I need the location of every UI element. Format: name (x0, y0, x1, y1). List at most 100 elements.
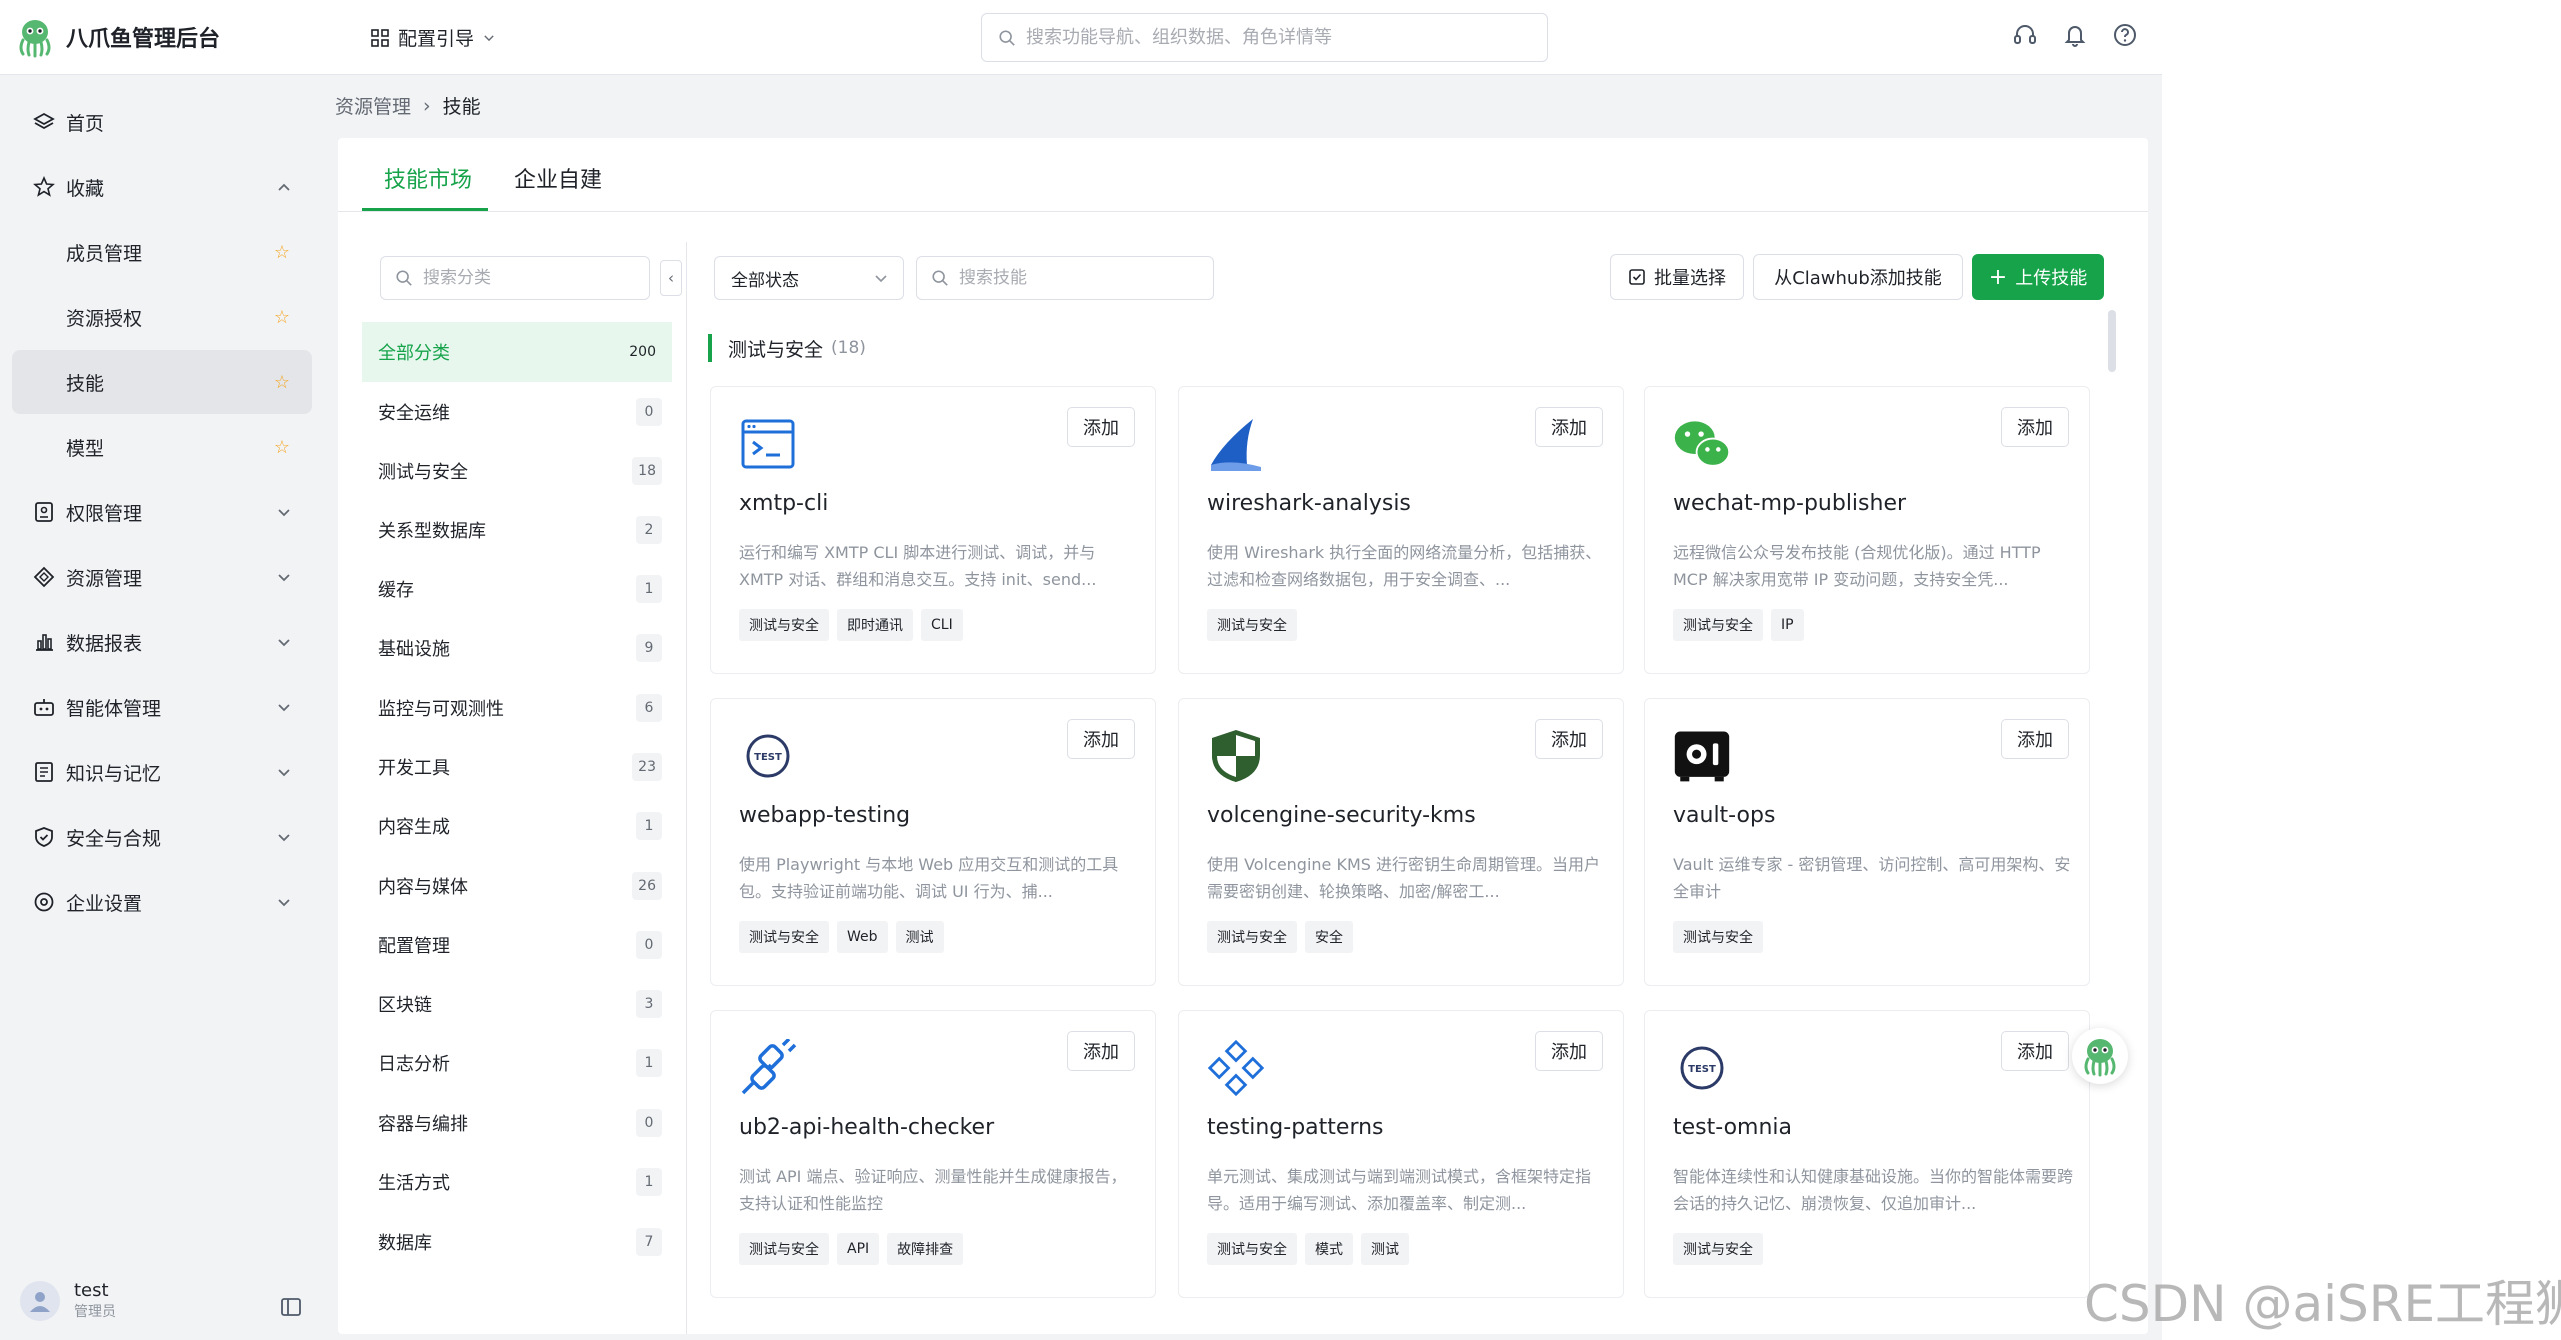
category-item[interactable]: 监控与可观测性 6 (362, 678, 672, 738)
category-item[interactable]: 安全运维 0 (362, 382, 672, 442)
scrollbar[interactable] (2108, 310, 2116, 372)
skill-search-input[interactable] (959, 268, 1189, 288)
category-item[interactable]: 容器与编排 0 (362, 1093, 672, 1153)
chevron-down-icon (873, 270, 889, 286)
category-item[interactable]: 缓存 1 (362, 559, 672, 619)
category-item[interactable]: 内容与媒体 26 (362, 856, 672, 916)
breadcrumb-parent[interactable]: 资源管理 (335, 92, 411, 119)
star-icon[interactable]: ☆ (274, 372, 290, 393)
category-label: 区块链 (378, 995, 432, 1016)
chevron-down-icon (274, 827, 294, 847)
sidebar-item-resources[interactable]: 资源管理 (12, 545, 312, 609)
add-button[interactable]: 添加 (1535, 407, 1603, 447)
skill-description: 智能体连续性和认知健康基础设施。当你的智能体需要跨会话的持久记忆、崩溃恢复、仅追… (1673, 1167, 2073, 1213)
category-count: 2 (636, 516, 662, 544)
category-item[interactable]: 生活方式 1 (362, 1152, 672, 1212)
category-item[interactable]: 关系型数据库 2 (362, 500, 672, 560)
sidebar-item-agents[interactable]: 智能体管理 (12, 675, 312, 739)
category-item[interactable]: 测试与安全 18 (362, 441, 672, 501)
config-guide-button[interactable]: 配置引导 (370, 24, 496, 51)
sidebar-item-favorites[interactable]: 收藏 (12, 155, 312, 219)
assistant-float-button[interactable] (2072, 1028, 2128, 1084)
category-count: 7 (636, 1228, 662, 1256)
global-search[interactable] (981, 13, 1548, 62)
sidebar-item-knowledge[interactable]: 知识与记忆 (12, 740, 312, 804)
chevron-down-icon (274, 762, 294, 782)
skill-description: 使用 Playwright 与本地 Web 应用交互和测试的工具包。支持验证前端… (739, 855, 1119, 901)
star-icon[interactable]: ☆ (274, 242, 290, 263)
category-item[interactable]: 数据库 7 (362, 1212, 672, 1272)
category-item[interactable]: 配置管理 0 (362, 915, 672, 975)
skill-description: 运行和编写 XMTP CLI 脚本进行测试、调试，并与 XMTP 对话、群组和消… (739, 543, 1097, 589)
add-from-clawhub-button[interactable]: 从Clawhub添加技能 (1753, 254, 1963, 300)
sidebar-item-home[interactable]: 首页 (12, 90, 312, 154)
sidebar-item-models[interactable]: 模型 ☆ (12, 415, 312, 479)
category-label: 内容与媒体 (378, 877, 468, 898)
skill-name: wechat-mp-publisher (1673, 491, 1907, 516)
skill-card[interactable]: TEST 添加 webapp-testing 使用 Playwright 与本地… (710, 698, 1156, 986)
category-count: 6 (636, 694, 662, 722)
user-profile[interactable]: test 管理员 (20, 1280, 116, 1321)
category-item[interactable]: 内容生成 1 (362, 796, 672, 856)
category-item[interactable]: 区块链 3 (362, 974, 672, 1034)
skill-tag: 测试与安全 (1207, 1233, 1297, 1265)
add-button[interactable]: 添加 (2001, 1031, 2069, 1071)
add-button[interactable]: 添加 (2001, 719, 2069, 759)
category-search[interactable] (380, 256, 650, 300)
category-label: 容器与编排 (378, 1114, 468, 1135)
bell-icon[interactable] (2062, 22, 2088, 48)
add-button[interactable]: 添加 (1535, 719, 1603, 759)
skill-card[interactable]: TEST 添加 test-omnia 智能体连续性和认知健康基础设施。当你的智能… (1644, 1010, 2090, 1298)
sidebar-item-reports[interactable]: 数据报表 (12, 610, 312, 674)
upload-skill-button[interactable]: + 上传技能 (1972, 254, 2104, 300)
sidebar-item-members[interactable]: 成员管理 ☆ (12, 220, 312, 284)
add-button[interactable]: 添加 (1067, 407, 1135, 447)
category-item[interactable]: 日志分析 1 (362, 1033, 672, 1093)
user-role: 管理员 (74, 1304, 116, 1320)
sidebar-item-skills[interactable]: 技能 ☆ (12, 350, 312, 414)
add-button[interactable]: 添加 (1067, 1031, 1135, 1071)
divider (686, 242, 687, 1334)
skill-card[interactable]: 添加 xmtp-cli 运行和编写 XMTP CLI 脚本进行测试、调试，并与 … (710, 386, 1156, 674)
add-button[interactable]: 添加 (1067, 719, 1135, 759)
skill-card[interactable]: 添加 ub2-api-health-checker 测试 API 端点、验证响应… (710, 1010, 1156, 1298)
user-name: test (74, 1280, 109, 1301)
app-frame: 八爪鱼管理后台 配置引导 首页 收藏 成员管理 ☆ (0, 0, 2162, 1340)
category-label: 日志分析 (378, 1054, 450, 1075)
skill-card[interactable]: 添加 wechat-mp-publisher 远程微信公众号发布技能 (合规优化… (1644, 386, 2090, 674)
star-icon[interactable]: ☆ (274, 437, 290, 458)
sidebar-item-enterprise-settings[interactable]: 企业设置 (12, 870, 312, 934)
help-icon[interactable] (2112, 22, 2138, 48)
tab-enterprise-built[interactable]: 企业自建 (514, 162, 602, 194)
sidebar-collapse-icon[interactable] (280, 1296, 302, 1318)
category-search-input[interactable] (423, 268, 633, 288)
sidebar-item-resource-auth[interactable]: 资源授权 ☆ (12, 285, 312, 349)
add-button[interactable]: 添加 (2001, 407, 2069, 447)
brand[interactable]: 八爪鱼管理后台 (14, 16, 220, 58)
layers-icon (32, 110, 56, 134)
skill-name: test-omnia (1673, 1115, 1793, 1140)
bar-chart-icon (32, 630, 56, 654)
skill-tag: 安全 (1305, 921, 1353, 953)
breadcrumb-separator-icon: › (423, 94, 431, 117)
status-select[interactable]: 全部状态 (714, 256, 904, 300)
skill-card[interactable]: 添加 testing-patterns 单元测试、集成测试与端到端测试模式，含框… (1178, 1010, 1624, 1298)
sidebar-item-security[interactable]: 安全与合规 (12, 805, 312, 869)
category-item[interactable]: 基础设施 9 (362, 618, 672, 678)
skill-search[interactable] (916, 256, 1214, 300)
category-item[interactable]: 全部分类 200 (362, 322, 672, 382)
skill-card[interactable]: 添加 wireshark-analysis 使用 Wireshark 执行全面的… (1178, 386, 1624, 674)
star-icon[interactable]: ☆ (274, 307, 290, 328)
sidebar-item-permissions[interactable]: 权限管理 (12, 480, 312, 544)
skill-card[interactable]: 添加 volcengine-security-kms 使用 Volcengine… (1178, 698, 1624, 986)
skill-name: ub2-api-health-checker (739, 1115, 995, 1140)
tab-skill-market[interactable]: 技能市场 (384, 162, 472, 194)
category-collapse-button[interactable]: ‹ (660, 260, 682, 296)
global-search-input[interactable] (1026, 27, 1506, 48)
category-item[interactable]: 开发工具 23 (362, 737, 672, 797)
headset-icon[interactable] (2012, 22, 2038, 48)
skill-card[interactable]: 添加 vault-ops Vault 运维专家 - 密钥管理、访问控制、高可用架… (1644, 698, 2090, 986)
skill-tags: 测试与安全 Web 测试 (739, 921, 944, 953)
add-button[interactable]: 添加 (1535, 1031, 1603, 1071)
batch-select-button[interactable]: 批量选择 (1610, 254, 1744, 300)
